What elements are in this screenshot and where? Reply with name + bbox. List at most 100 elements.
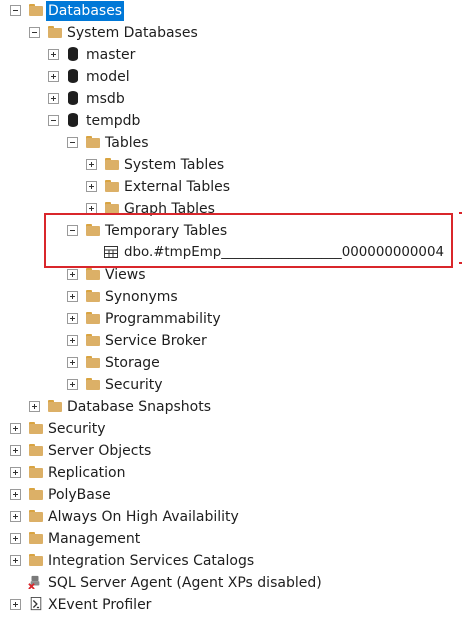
node-label: msdb (86, 91, 125, 107)
node-label: Programmability (105, 311, 221, 327)
folder-icon (85, 333, 101, 347)
folder-icon (28, 421, 44, 435)
tree-node-server-objects[interactable]: Server Objects (0, 440, 462, 462)
xevent-icon (30, 597, 42, 611)
node-label: model (86, 69, 130, 85)
tree-node-master[interactable]: master (0, 44, 462, 66)
expand-icon[interactable] (67, 335, 78, 346)
node-label: SQL Server Agent (Agent XPs disabled) (48, 575, 322, 591)
node-label: Replication (48, 465, 126, 481)
folder-icon (104, 179, 120, 193)
collapse-icon[interactable] (29, 27, 40, 38)
expand-icon[interactable] (48, 71, 59, 82)
node-label: XEvent Profiler (48, 597, 152, 613)
folder-icon (28, 443, 44, 457)
expand-icon[interactable] (48, 49, 59, 60)
highlight-box (44, 213, 453, 268)
folder-icon (28, 487, 44, 501)
expand-icon[interactable] (67, 357, 78, 368)
folder-icon (28, 531, 44, 545)
node-label: External Tables (124, 179, 231, 195)
node-label: Integration Services Catalogs (48, 553, 255, 569)
tree-node-security[interactable]: Security (0, 418, 462, 440)
folder-icon (28, 465, 44, 479)
expand-icon[interactable] (67, 291, 78, 302)
node-label: Storage (105, 355, 160, 371)
database-icon (65, 69, 81, 83)
collapse-icon[interactable] (48, 115, 59, 126)
collapse-icon[interactable] (67, 137, 78, 148)
expand-icon[interactable] (86, 159, 97, 170)
folder-icon (85, 355, 101, 369)
expand-icon[interactable] (86, 181, 97, 192)
object-explorer-tree: Databases System Databases master model … (0, 0, 462, 627)
expand-icon[interactable] (10, 489, 21, 500)
node-label: Tables (105, 135, 149, 151)
node-label: System Databases (67, 25, 198, 41)
folder-icon (28, 509, 44, 523)
node-label: Management (48, 531, 141, 547)
tree-node-model[interactable]: model (0, 66, 462, 88)
expand-icon[interactable] (29, 401, 40, 412)
tree-node-management[interactable]: Management (0, 528, 462, 550)
folder-icon (47, 399, 63, 413)
tree-node-databases[interactable]: Databases (0, 0, 462, 22)
folder-icon (28, 553, 44, 567)
folder-icon (47, 25, 63, 39)
expand-icon[interactable] (10, 599, 21, 610)
tree-node-programmability[interactable]: Programmability (0, 308, 462, 330)
node-label: Security (105, 377, 163, 393)
folder-icon (85, 289, 101, 303)
expand-icon[interactable] (10, 555, 21, 566)
tree-node-tempdb[interactable]: tempdb (0, 110, 462, 132)
tree-node-storage[interactable]: Storage (0, 352, 462, 374)
folder-icon (28, 3, 44, 17)
folder-icon (85, 267, 101, 281)
node-label: Service Broker (105, 333, 207, 349)
expand-icon[interactable] (67, 379, 78, 390)
tree-node-msdb[interactable]: msdb (0, 88, 462, 110)
expand-icon[interactable] (10, 467, 21, 478)
tree-node-service-broker[interactable]: Service Broker (0, 330, 462, 352)
expand-icon[interactable] (67, 313, 78, 324)
folder-icon (85, 311, 101, 325)
node-label: Synonyms (105, 289, 178, 305)
node-label: Server Objects (48, 443, 152, 459)
node-label: PolyBase (48, 487, 111, 503)
node-label: System Tables (124, 157, 225, 173)
tree-node-integration-services[interactable]: Integration Services Catalogs (0, 550, 462, 572)
database-icon (65, 91, 81, 105)
tree-node-db-security[interactable]: Security (0, 374, 462, 396)
folder-icon (85, 377, 101, 391)
folder-icon (85, 135, 101, 149)
database-icon (65, 113, 81, 127)
tree-node-system-tables[interactable]: System Tables (0, 154, 462, 176)
tree-node-polybase[interactable]: PolyBase (0, 484, 462, 506)
tree-node-xevent-profiler[interactable]: XEvent Profiler (0, 594, 462, 616)
expand-icon[interactable] (48, 93, 59, 104)
database-icon (65, 47, 81, 61)
sql-agent-icon (28, 575, 40, 589)
expand-icon[interactable] (10, 445, 21, 456)
tree-node-database-snapshots[interactable]: Database Snapshots (0, 396, 462, 418)
expand-icon[interactable] (10, 511, 21, 522)
tree-node-synonyms[interactable]: Synonyms (0, 286, 462, 308)
tree-node-system-databases[interactable]: System Databases (0, 22, 462, 44)
tree-node-always-on[interactable]: Always On High Availability (0, 506, 462, 528)
node-label: Always On High Availability (48, 509, 239, 525)
folder-icon (104, 157, 120, 171)
tree-node-replication[interactable]: Replication (0, 462, 462, 484)
collapse-icon[interactable] (10, 5, 21, 16)
node-label: Databases (46, 1, 125, 21)
node-label: Security (48, 421, 106, 437)
tree-node-sql-agent[interactable]: SQL Server Agent (Agent XPs disabled) (0, 572, 462, 594)
node-label: Views (105, 267, 146, 283)
node-label: tempdb (86, 113, 141, 129)
expand-icon[interactable] (10, 533, 21, 544)
node-label: master (86, 47, 136, 63)
node-label: Database Snapshots (67, 399, 211, 415)
expand-icon[interactable] (67, 269, 78, 280)
tree-node-external-tables[interactable]: External Tables (0, 176, 462, 198)
expand-icon[interactable] (10, 423, 21, 434)
tree-node-tables[interactable]: Tables (0, 132, 462, 154)
